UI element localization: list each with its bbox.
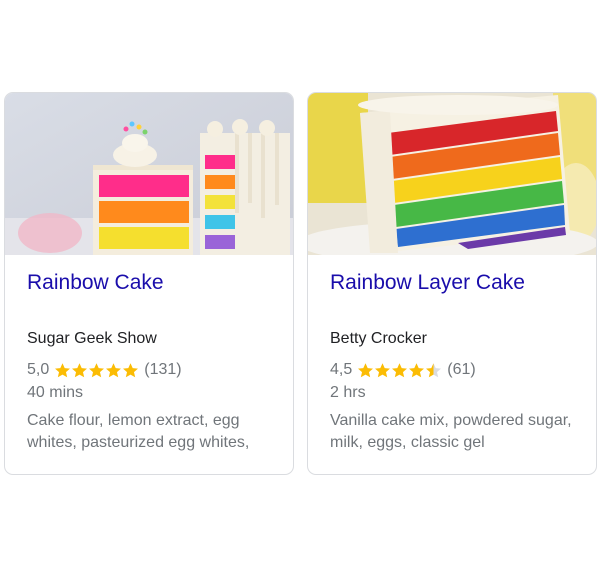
rating-value: 5,0: [27, 361, 50, 378]
ingredients-snippet: Cake flour, lemon extract, egg whites, p…: [27, 412, 250, 451]
review-count: (131): [144, 361, 182, 378]
recipe-source: Betty Crocker: [330, 330, 427, 347]
star-icon: [375, 362, 391, 377]
star-icon: [106, 362, 122, 377]
star-icon: [358, 362, 374, 377]
cook-time: 40 mins: [27, 384, 84, 401]
cook-time: 2 hrs: [330, 384, 366, 401]
rating-row: 4,5 (61): [330, 361, 476, 379]
star-icon: [123, 362, 139, 377]
star-icon: [72, 362, 88, 377]
ingredients-snippet: Vanilla cake mix, powdered sugar, milk, …: [330, 412, 572, 451]
recipe-image[interactable]: [5, 93, 293, 255]
recipe-image[interactable]: [308, 93, 596, 255]
star-icon: [89, 362, 105, 377]
rating-row: 5,0 (131): [27, 361, 182, 379]
recipe-card[interactable]: Rainbow Cake Sugar Geek Show 5,0 (131) 4…: [4, 92, 294, 475]
star-rating: [357, 362, 442, 379]
rating-value: 4,5: [330, 361, 353, 378]
star-icon: [392, 362, 408, 377]
recipe-source: Sugar Geek Show: [27, 330, 157, 347]
star-rating: [54, 362, 139, 379]
review-count: (61): [447, 361, 476, 378]
star-icon: [55, 362, 71, 377]
star-icon: [426, 362, 442, 377]
recipe-title-link[interactable]: Rainbow Cake: [27, 271, 164, 295]
recipe-card[interactable]: Rainbow Layer Cake Betty Crocker 4,5 (61…: [307, 92, 597, 475]
star-icon: [409, 362, 425, 377]
recipe-title-link[interactable]: Rainbow Layer Cake: [330, 271, 525, 295]
